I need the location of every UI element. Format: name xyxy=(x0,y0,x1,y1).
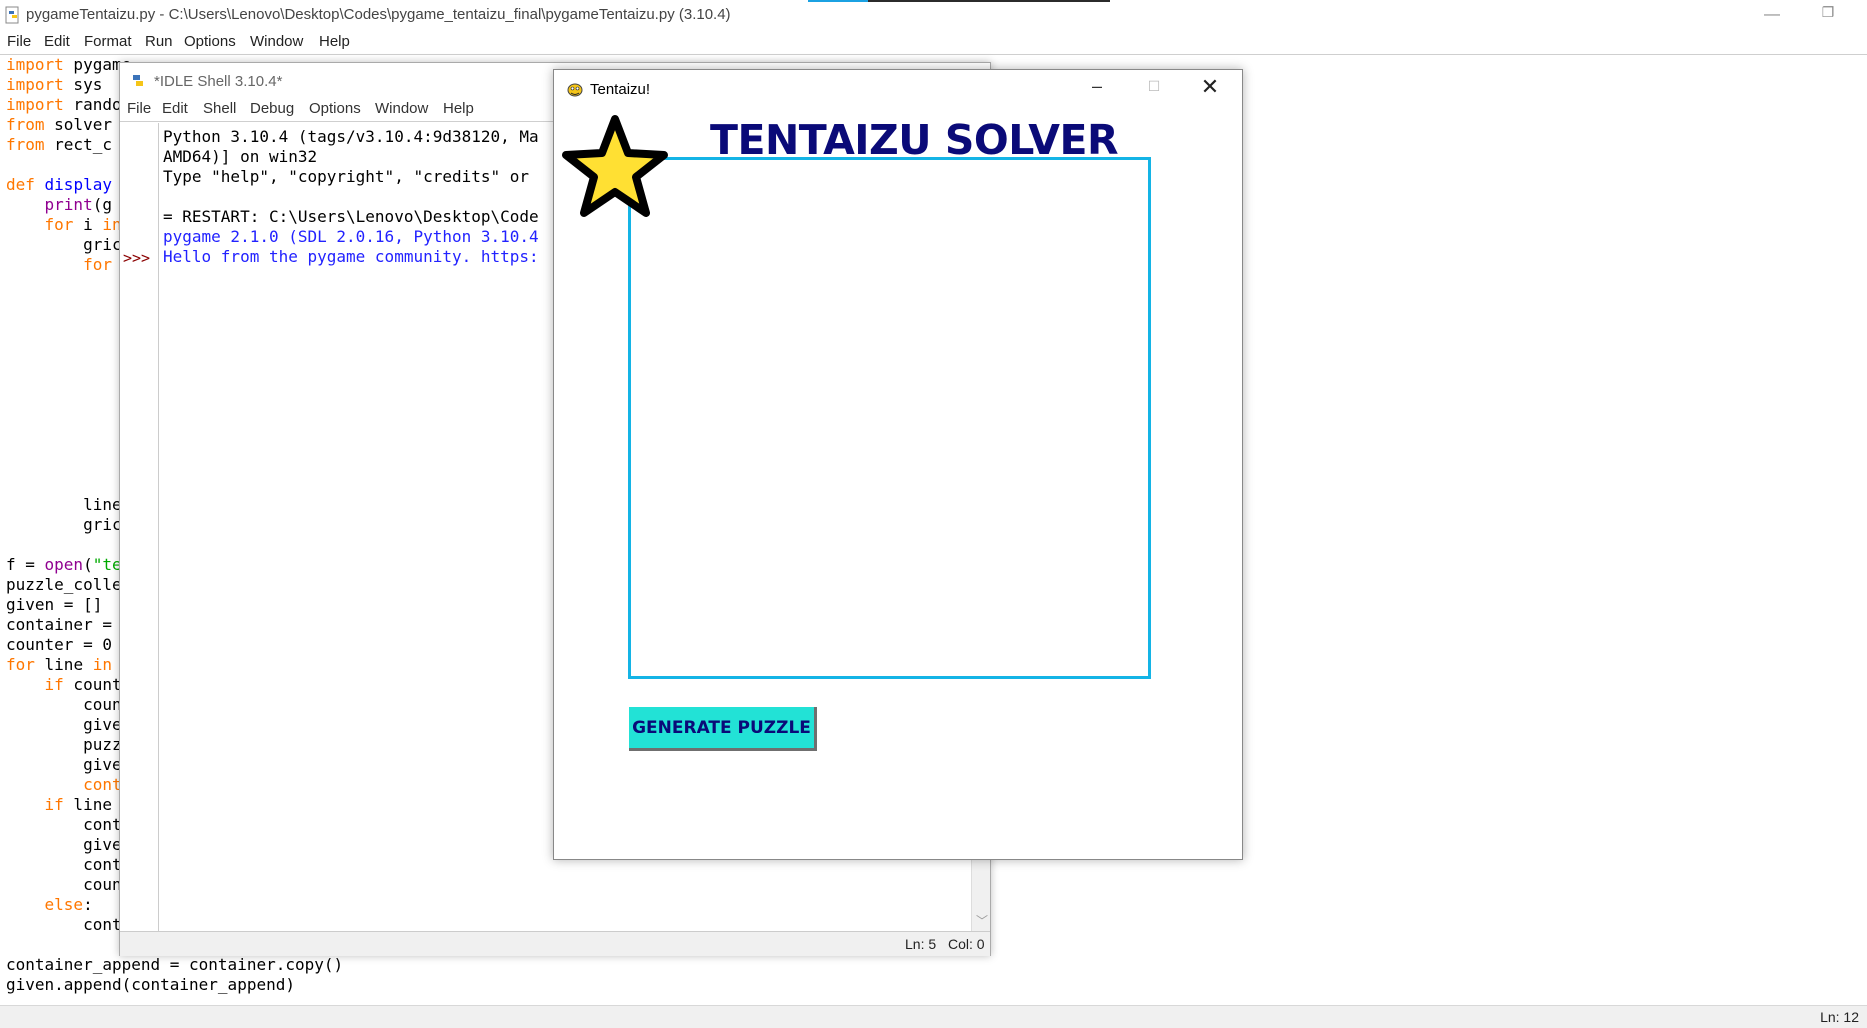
shell-menu-file[interactable]: File xyxy=(127,100,151,117)
menu-window[interactable]: Window xyxy=(250,33,303,50)
code-line: for line in xyxy=(6,655,112,674)
code-line: def display xyxy=(6,175,112,194)
code-line: import sys xyxy=(6,75,103,94)
code-line: counter = 0 xyxy=(6,635,112,654)
code-line: for i in xyxy=(44,215,122,234)
code-line: container_append = container.copy() xyxy=(6,955,344,974)
code-line: cont xyxy=(83,775,122,794)
taskbar-accent-dark xyxy=(868,0,1110,2)
code-line: cont xyxy=(6,855,122,874)
pygame-window-title: Tentaizu! xyxy=(590,81,651,98)
shell-line-status: Ln: 5 xyxy=(905,936,937,952)
menu-run[interactable]: Run xyxy=(145,33,173,50)
shell-output-line: = RESTART: C:\Users\Lenovo\Desktop\Code xyxy=(163,207,539,226)
menu-options[interactable]: Options xyxy=(184,33,236,50)
restore-icon[interactable]: ❐ xyxy=(1816,4,1840,24)
code-line: import rando xyxy=(6,95,122,114)
code-line: print(g xyxy=(44,195,112,214)
editor-line-status: Ln: 12 xyxy=(1820,1009,1859,1025)
code-line: if count xyxy=(44,675,122,694)
code-line: give xyxy=(6,715,122,734)
code-line: import pygame xyxy=(6,55,132,74)
shell-output-line: Python 3.10.4 (tags/v3.10.4:9d38120, Ma xyxy=(163,127,539,146)
code-line: gric xyxy=(6,235,122,254)
shell-output-line: Type "help", "copyright", "credits" or xyxy=(163,167,530,186)
shell-prompt-gutter: >>> xyxy=(120,123,159,931)
code-line: given = [] xyxy=(6,595,103,614)
code-line: line xyxy=(6,495,122,514)
code-line: else: xyxy=(44,895,93,914)
minimize-icon[interactable]: – xyxy=(1082,76,1112,100)
shell-menu-window[interactable]: Window xyxy=(375,100,428,117)
scroll-down-arrow-icon[interactable]: ﹀ xyxy=(976,912,988,929)
code-line: for xyxy=(83,255,112,274)
code-line: if line xyxy=(44,795,112,814)
code-line: give xyxy=(6,755,122,774)
pygame-window[interactable]: Tentaizu! – ☐ ✕ TENTAIZU SOLVER GENERATE… xyxy=(553,69,1243,860)
code-line: give xyxy=(6,835,122,854)
shell-window-title: *IDLE Shell 3.10.4* xyxy=(154,73,283,90)
code-line: container = xyxy=(6,615,122,634)
shell-col-status: Col: 0 xyxy=(948,936,985,952)
shell-menu-edit[interactable]: Edit xyxy=(162,100,188,117)
editor-status-bar: Ln: 12 xyxy=(0,1005,1867,1028)
star-icon xyxy=(562,115,668,217)
generate-puzzle-button[interactable]: GENERATE PUZZLE xyxy=(629,707,817,751)
shell-menu-debug[interactable]: Debug xyxy=(250,100,294,117)
editor-menu-bar: File Edit Format Run Options Window Help xyxy=(0,30,1867,55)
code-line: from solver xyxy=(6,115,112,134)
maximize-icon[interactable]: ☐ xyxy=(1139,78,1169,102)
minimize-icon[interactable]: — xyxy=(1760,6,1784,24)
pygame-snake-icon xyxy=(567,83,583,97)
code-line: from rect_c xyxy=(6,135,112,154)
shell-output-line: AMD64)] on win32 xyxy=(163,147,318,166)
menu-file[interactable]: File xyxy=(7,33,31,50)
code-line: puzz xyxy=(6,735,122,754)
menu-help[interactable]: Help xyxy=(319,33,350,50)
python-file-icon xyxy=(5,6,19,24)
shell-output-line: pygame 2.1.0 (SDL 2.0.16, Python 3.10.4 xyxy=(163,227,539,246)
pygame-title-bar[interactable]: Tentaizu! – ☐ ✕ xyxy=(554,70,1242,108)
close-icon[interactable]: ✕ xyxy=(1194,74,1226,102)
shell-status-bar: Ln: 5 Col: 0 xyxy=(120,931,990,956)
puzzle-board[interactable] xyxy=(628,157,1151,679)
editor-window-title: pygameTentaizu.py - C:\Users\Lenovo\Desk… xyxy=(26,6,731,23)
code-line: given.append(container_append) xyxy=(6,975,295,994)
shell-menu-help[interactable]: Help xyxy=(443,100,474,117)
code-line: cont xyxy=(6,915,122,934)
shell-prompt: >>> xyxy=(123,249,151,267)
code-line: puzzle_colle xyxy=(6,575,122,594)
code-line: gric xyxy=(6,515,122,534)
editor-title-bar: pygameTentaizu.py - C:\Users\Lenovo\Desk… xyxy=(0,0,1867,30)
code-line: cont xyxy=(6,815,122,834)
taskbar-accent xyxy=(808,0,868,2)
code-line: coun xyxy=(6,695,122,714)
shell-menu-options[interactable]: Options xyxy=(309,100,361,117)
menu-format[interactable]: Format xyxy=(84,33,132,50)
python-shell-icon xyxy=(133,75,143,86)
code-line: coun xyxy=(6,875,122,894)
code-line: f = open("te xyxy=(6,555,122,574)
shell-menu-shell[interactable]: Shell xyxy=(203,100,236,117)
menu-edit[interactable]: Edit xyxy=(44,33,70,50)
shell-output-line: Hello from the pygame community. https: xyxy=(163,247,539,266)
